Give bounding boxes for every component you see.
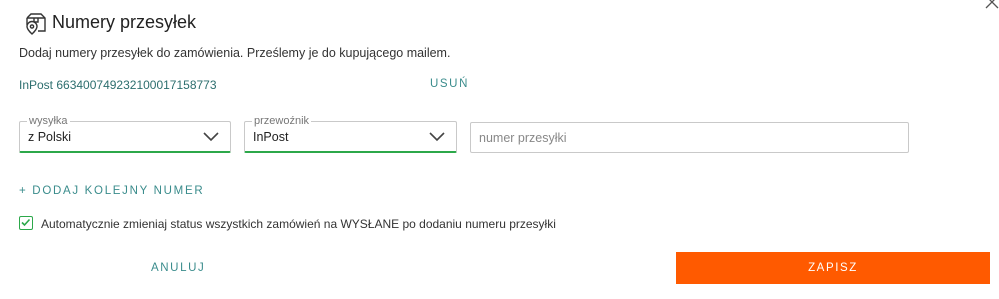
chevron-down-icon [429, 132, 445, 142]
shipping-origin-value: z Polski [28, 130, 72, 144]
remove-shipment-link[interactable]: USUŃ [430, 78, 469, 90]
shipping-origin-select[interactable]: wysyłka z Polski [19, 114, 231, 153]
close-icon[interactable] [984, 0, 999, 10]
package-pin-icon [24, 12, 48, 36]
auto-status-checkbox[interactable] [19, 216, 33, 230]
tracking-number-field [470, 122, 909, 153]
dialog-description: Dodaj numery przesyłek do zamówienia. Pr… [19, 46, 451, 60]
carrier-value: InPost [253, 130, 289, 144]
existing-shipment-number: InPost 663400749232100017158773 [19, 78, 217, 92]
add-another-number-link[interactable]: + DODAJ KOLEJNY NUMER [19, 185, 204, 197]
dialog-title: Numery przesyłek [52, 12, 197, 32]
auto-status-label: Automatycznie zmieniaj status wszystkich… [41, 217, 556, 231]
carrier-select[interactable]: przewoźnik InPost [244, 114, 457, 153]
save-button[interactable]: ZAPISZ [676, 252, 990, 284]
tracking-number-input[interactable] [471, 123, 908, 152]
chevron-down-icon [203, 132, 219, 142]
checkmark-icon [21, 218, 31, 227]
shipping-origin-legend: wysyłka [27, 114, 70, 128]
carrier-legend: przewoźnik [252, 114, 312, 128]
cancel-button[interactable]: ANULUJ [151, 262, 205, 274]
